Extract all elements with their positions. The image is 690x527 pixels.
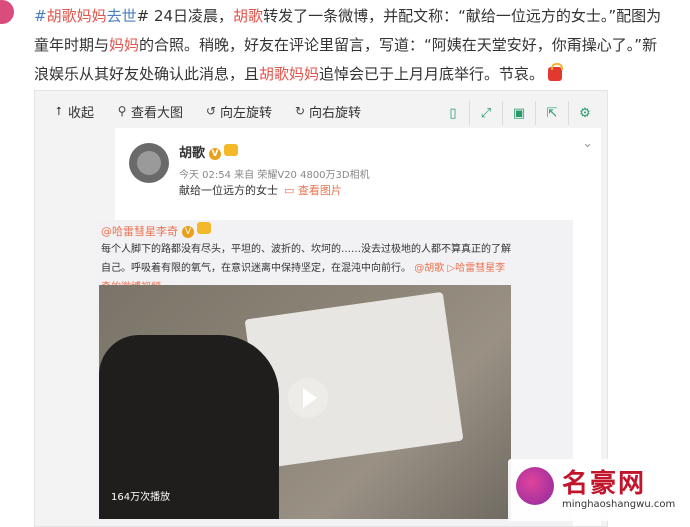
expand-icon[interactable]: ⤢: [469, 101, 502, 125]
rotate-left-icon: ↺: [206, 104, 217, 118]
text-segment: # 24日凌晨，: [136, 7, 234, 25]
name-link-1[interactable]: 胡歌: [233, 7, 263, 25]
level-icon: [224, 144, 239, 156]
post-author[interactable]: 胡歌 V: [179, 142, 239, 161]
article-text: #胡歌妈妈去世# 24日凌晨，胡歌转发了一条微博，并配文称：“献给一位远方的女士…: [34, 2, 684, 89]
repost-author-name[interactable]: @哈雷彗星李奇: [101, 225, 178, 238]
post-body: 献给一位远方的女士: [179, 184, 278, 197]
mom-link[interactable]: 妈妈: [109, 36, 139, 54]
mention-link[interactable]: @胡歌: [414, 263, 444, 274]
collapse-button[interactable]: ⭡ 收起: [53, 101, 94, 121]
text-segment: 追悼会已于上月月底举行。节哀。: [319, 65, 545, 83]
view-large-button[interactable]: ⚲ 查看大图: [116, 101, 183, 121]
rotate-left-button[interactable]: ↺ 向左旋转: [205, 101, 272, 121]
side-avatar[interactable]: [0, 0, 14, 24]
view-count: 164万次播放: [111, 492, 171, 503]
viewer-actions: ▯ ⤢ ▣ ⇱ ⚙: [437, 101, 601, 125]
text-segment: 浪娱乐从其好友处确认此消息，且: [34, 65, 260, 83]
text-segment: 的合照。稍晚，好友在评论里留言，写道：“阿姨在天堂安好，你甭操心了。”新: [139, 36, 658, 54]
view-large-label: 查看大图: [131, 105, 184, 121]
mom-link-2[interactable]: 胡歌妈妈: [259, 65, 319, 83]
post-text: 献给一位远方的女士 ▭ 查看图片: [179, 182, 342, 198]
hashtag-rest[interactable]: 去世: [107, 7, 137, 25]
phone-icon[interactable]: ▯: [437, 101, 469, 125]
hashtag-link[interactable]: 胡歌妈妈: [47, 7, 107, 25]
watermark-logo: [516, 467, 554, 505]
share-icon[interactable]: ⇱: [535, 101, 568, 125]
viewer-toolbar: ⭡ 收起 ⚲ 查看大图 ↺ 向左旋转 ↻ 向右旋转: [53, 101, 361, 121]
save-icon[interactable]: ▣: [502, 101, 535, 125]
play-icon[interactable]: [288, 378, 328, 418]
rotate-right-button[interactable]: ↻ 向右旋转: [294, 101, 361, 121]
rotate-left-label: 向左旋转: [220, 105, 273, 121]
gift-icon: [548, 63, 564, 81]
text-segment: 转发了一条微博，并配文称：“献给一位远方的女士。”配图为: [263, 7, 662, 25]
watermark-title: 名豪网: [562, 469, 647, 499]
verified-icon: V: [182, 226, 194, 238]
repost-author[interactable]: @哈雷彗星李奇 V: [101, 222, 211, 239]
avatar[interactable]: [129, 143, 169, 183]
view-image-link[interactable]: ▭ 查看图片: [284, 184, 342, 197]
search-icon: ⚲: [117, 104, 127, 118]
chevron-down-icon[interactable]: ⌄: [582, 136, 593, 151]
watermark: 名豪网 minghaoshangwu.com: [508, 459, 680, 521]
text-segment: 童年时期与: [34, 36, 110, 54]
settings-icon[interactable]: ⚙: [568, 101, 601, 125]
video-player[interactable]: 164万次播放: [99, 285, 511, 519]
view-image-label: 查看图片: [297, 184, 342, 197]
collapse-label: 收起: [68, 105, 95, 121]
watermark-url: minghaoshangwu.com: [562, 499, 676, 510]
verified-icon: V: [209, 148, 222, 160]
rotate-right-label: 向右旋转: [309, 105, 362, 121]
level-icon: [197, 222, 211, 234]
hashtag-open: #: [34, 7, 47, 25]
post-meta: 今天 02:54 来自 荣耀V20 4800万3D相机: [179, 170, 370, 181]
author-name[interactable]: 胡歌: [179, 146, 205, 161]
arrow-up-icon: ⭡: [56, 103, 62, 118]
rotate-right-icon: ↻: [295, 104, 306, 118]
